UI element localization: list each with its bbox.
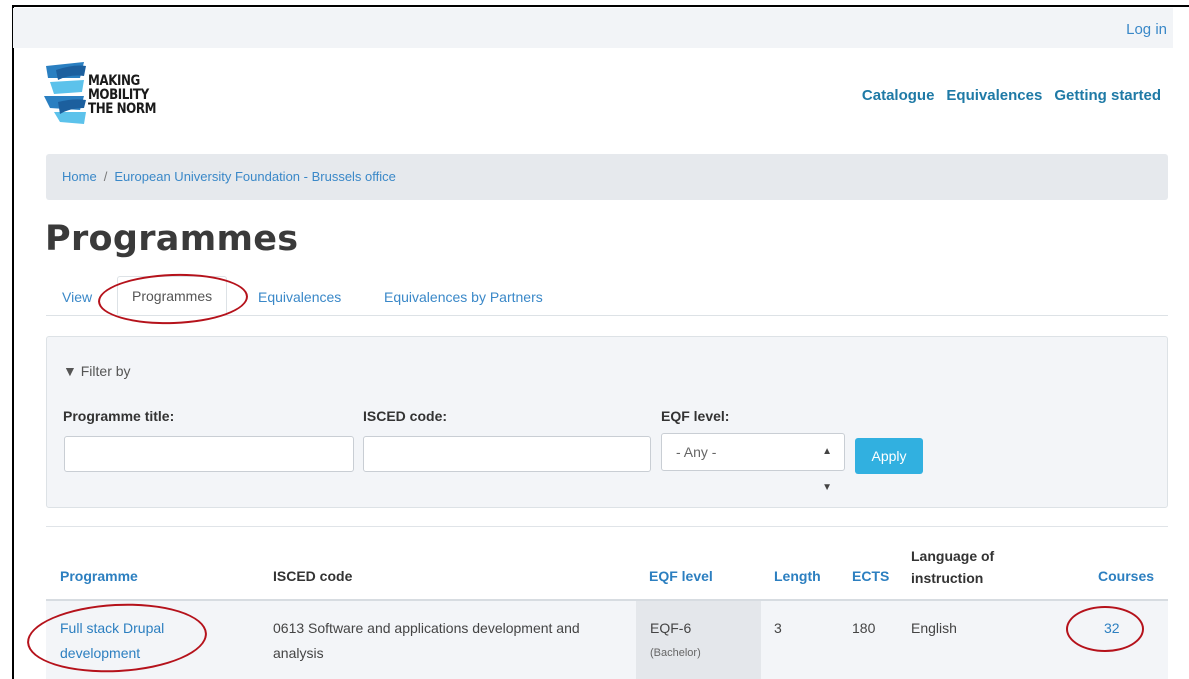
isced-code-label: ISCED code: — [363, 408, 448, 424]
header-courses[interactable]: Courses — [1098, 568, 1154, 584]
header-ects[interactable]: ECTS — [852, 568, 889, 584]
logo-line-2: MOBILITY — [88, 87, 149, 103]
filter-panel: ▼ Filter by Programme title: ISCED code:… — [46, 336, 1168, 508]
select-arrows-icon: ▲ ▼ — [822, 446, 832, 493]
cell-ects: 180 — [852, 620, 876, 636]
top-bar: Log in — [13, 8, 1173, 48]
header-eqf-level[interactable]: EQF level — [649, 568, 713, 584]
eqf-level-label: EQF level: — [661, 408, 730, 424]
cell-eqf-level: EQF-6 (Bachelor) — [650, 616, 701, 661]
nav-getting-started[interactable]: Getting started — [1054, 87, 1161, 104]
breadcrumb-home[interactable]: Home — [62, 169, 97, 184]
apply-button[interactable]: Apply — [855, 438, 923, 474]
breadcrumb-separator: / — [103, 169, 108, 184]
table-top-divider — [46, 526, 1168, 527]
eqf-level-select[interactable]: - Any - ▲ ▼ — [661, 433, 845, 493]
tabs-bar: View Programmes Equivalences Equivalence… — [46, 276, 1168, 316]
tab-programmes[interactable]: Programmes — [117, 276, 228, 315]
nav-equivalences[interactable]: Equivalences — [946, 87, 1042, 104]
tab-equivalences-by-partners[interactable]: Equivalences by Partners — [384, 289, 543, 305]
header-length[interactable]: Length — [774, 568, 821, 584]
main-navigation: Catalogue Equivalences Getting started — [862, 87, 1161, 104]
header-language: Language of instruction — [911, 548, 995, 586]
page-title: Programmes — [45, 219, 299, 259]
cell-language: English — [911, 620, 957, 636]
breadcrumb-organisation[interactable]: European University Foundation - Brussel… — [114, 169, 396, 184]
breadcrumb: Home / European University Foundation - Br… — [46, 154, 1168, 200]
nav-catalogue[interactable]: Catalogue — [862, 87, 935, 104]
logo-wordmark: MAKING MOBILITY THE NORM — [88, 74, 156, 116]
tab-equivalences[interactable]: Equivalences — [258, 289, 341, 305]
cell-courses-link[interactable]: 32 — [1104, 616, 1120, 641]
filter-toggle[interactable]: ▼ Filter by — [63, 363, 131, 379]
cell-programme-link[interactable]: Full stack Drupal development — [60, 616, 210, 666]
cell-eqf-note: (Bachelor) — [650, 647, 701, 659]
programme-title-input[interactable] — [64, 436, 354, 472]
login-link[interactable]: Log in — [1126, 21, 1167, 38]
header-programme[interactable]: Programme — [60, 568, 138, 584]
isced-code-input[interactable] — [363, 436, 651, 472]
programme-title-label: Programme title: — [63, 408, 175, 424]
logo-line-3: THE NORM — [88, 101, 157, 117]
logo-line-1: MAKING — [88, 73, 140, 89]
tab-view[interactable]: View — [62, 289, 92, 305]
eqf-level-selected: - Any - — [676, 444, 717, 460]
header-isced-code: ISCED code — [273, 568, 353, 584]
cell-eqf-value: EQF-6 — [650, 620, 692, 636]
cell-isced-code: 0613 Software and applications developme… — [273, 620, 580, 661]
cell-length: 3 — [774, 620, 782, 636]
